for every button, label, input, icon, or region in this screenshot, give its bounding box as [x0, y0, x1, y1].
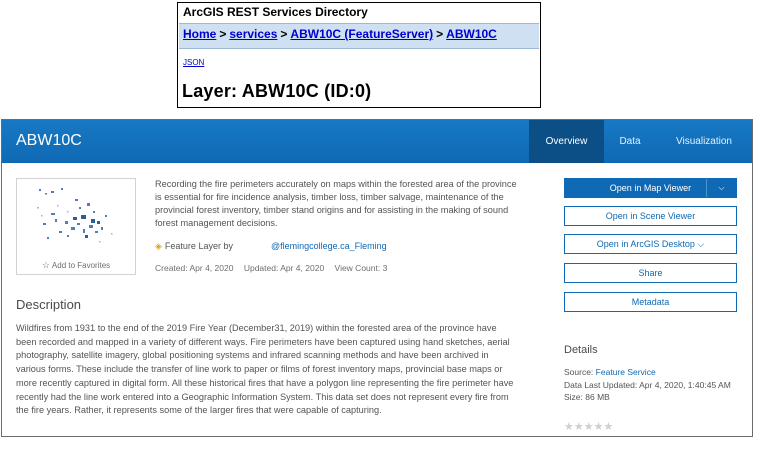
- breadcrumb-services-link[interactable]: services: [229, 27, 277, 41]
- source-link[interactable]: Feature Service: [596, 367, 656, 377]
- item-dates-row: Created: Apr 4, 2020 Updated: Apr 4, 202…: [155, 263, 395, 273]
- breadcrumb-separator: >: [219, 27, 227, 41]
- map-thumbnail[interactable]: [31, 185, 123, 253]
- star-icon: ☆: [41, 260, 50, 270]
- star-icon[interactable]: ★: [584, 421, 594, 433]
- json-link[interactable]: JSON: [183, 58, 204, 67]
- add-to-favorites-label: Add to Favorites: [51, 261, 111, 270]
- item-tabs: Overview Data Visualization: [529, 120, 752, 163]
- open-in-map-viewer-label: Open in Map Viewer: [609, 183, 692, 193]
- metadata-button[interactable]: Metadata: [564, 292, 737, 312]
- rest-directory-title: ArcGIS REST Services Directory: [183, 5, 368, 19]
- breadcrumb-separator: >: [436, 27, 444, 41]
- details-panel: Source: Feature Service Data Last Update…: [564, 366, 744, 404]
- rest-directory-panel: ArcGIS REST Services Directory Home > serv…: [177, 2, 541, 108]
- rating-stars[interactable]: ★★★★★: [564, 420, 613, 433]
- description-text: Wildfires from 1931 to the end of the 20…: [16, 323, 514, 416]
- item-type-row: ◈ Feature Layer by @flemingcollege.ca_Flem…: [155, 241, 387, 252]
- chevron-down-icon[interactable]: ⌵: [706, 179, 736, 197]
- tab-visualization[interactable]: Visualization: [656, 120, 752, 163]
- tab-overview[interactable]: Overview: [529, 120, 604, 163]
- star-icon[interactable]: ★: [574, 421, 584, 433]
- thumbnail-card: ☆ Add to Favorites: [16, 178, 136, 275]
- open-in-scene-viewer-label: Open in Scene Viewer: [605, 211, 696, 221]
- chevron-down-icon: ⌵: [697, 239, 705, 249]
- description-heading: Description: [16, 297, 82, 312]
- tab-data[interactable]: Data: [604, 120, 656, 163]
- layer-title: Layer: ABW10C (ID:0): [182, 81, 372, 101]
- share-label: Share: [638, 268, 663, 278]
- share-button[interactable]: Share: [564, 263, 737, 283]
- details-heading: Details: [564, 344, 598, 356]
- breadcrumb-home-link[interactable]: Home: [183, 27, 216, 41]
- data-last-updated: Data Last Updated: Apr 4, 2020, 1:40:45 …: [564, 379, 731, 390]
- breadcrumb-separator: >: [280, 27, 288, 41]
- item-summary: Recording the fire perimeters accurately…: [155, 179, 517, 228]
- item-title: ABW10C: [16, 132, 82, 149]
- created-date: Created: Apr 4, 2020: [155, 263, 234, 273]
- owner-link[interactable]: @flemingcollege.ca_Fleming: [271, 241, 387, 251]
- breadcrumb: Home > services > ABW10C (FeatureServer) > ABW…: [179, 23, 539, 49]
- metadata-label: Metadata: [631, 297, 670, 307]
- breadcrumb-featureserver-link[interactable]: ABW10C (FeatureServer): [290, 27, 433, 41]
- star-icon[interactable]: ★: [564, 421, 574, 433]
- star-icon[interactable]: ★: [594, 421, 604, 433]
- view-count: View Count: 3: [334, 263, 388, 273]
- source-label: Source:: [564, 367, 594, 377]
- item-type-label: Feature Layer by: [164, 241, 233, 251]
- details-source-row: Source: Feature Service: [564, 366, 744, 379]
- item-header-bar: ABW10C Overview Data Visualization: [2, 120, 752, 163]
- open-in-arcgis-desktop-button[interactable]: Open in ArcGIS Desktop ⌵: [564, 234, 737, 254]
- open-in-arcgis-desktop-label: Open in ArcGIS Desktop: [596, 239, 695, 249]
- open-in-map-viewer-button[interactable]: Open in Map Viewer ⌵: [564, 178, 737, 198]
- data-size: Size: 86 MB: [564, 392, 610, 402]
- open-in-scene-viewer-button[interactable]: Open in Scene Viewer: [564, 206, 737, 226]
- item-page-panel: ABW10C Overview Data Visualization ☆ Add…: [1, 119, 753, 437]
- star-icon[interactable]: ★: [604, 421, 614, 433]
- breadcrumb-layer-link[interactable]: ABW10C: [446, 27, 497, 41]
- feature-layer-icon: ◈: [155, 241, 162, 251]
- add-to-favorites[interactable]: ☆ Add to Favorites: [17, 260, 135, 271]
- updated-date: Updated: Apr 4, 2020: [243, 263, 325, 273]
